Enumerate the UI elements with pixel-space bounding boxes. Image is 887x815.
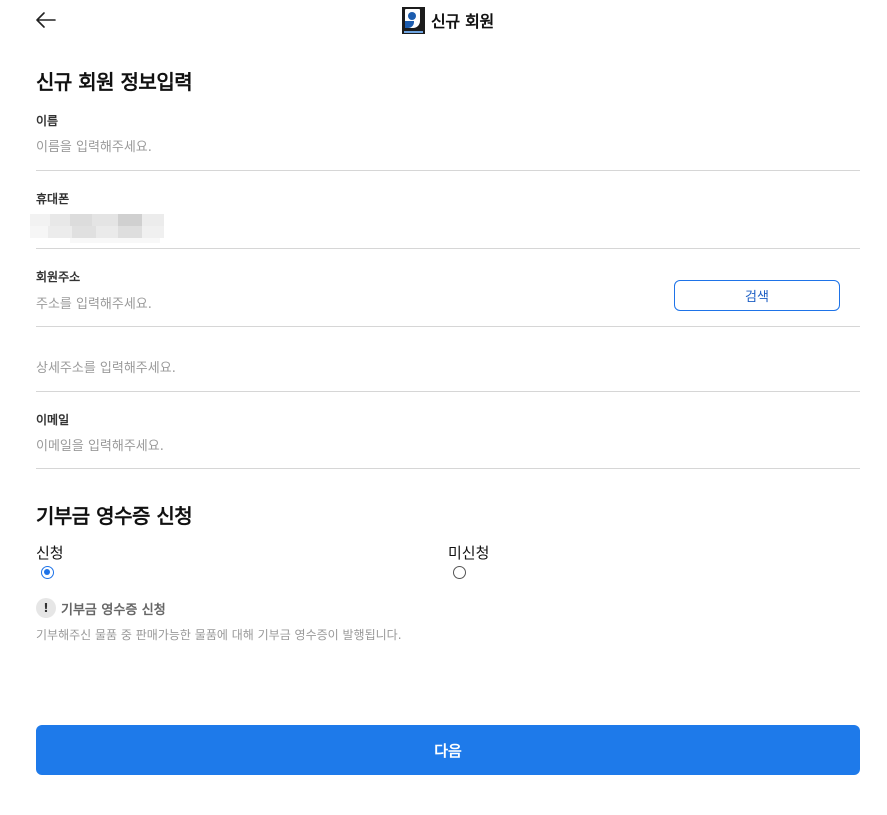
member-info-title: 신규 회원 정보입력 (36, 70, 193, 94)
receipt-option-decline-label: 미신청 (448, 544, 490, 562)
address-input[interactable] (36, 293, 636, 315)
detail-address-input[interactable] (36, 357, 636, 379)
receipt-option-decline[interactable]: 미신청 (448, 542, 489, 579)
brand: 신규 회원 (402, 6, 494, 34)
address-field-group: 회원주소 검색 (36, 264, 860, 327)
name-input[interactable] (36, 136, 636, 158)
next-button[interactable]: 다음 (36, 725, 860, 775)
notice-title: 기부금 영수증 신청 (61, 602, 166, 618)
email-label: 이메일 (36, 413, 70, 427)
address-label: 회원주소 (36, 270, 81, 284)
name-field-group: 이름 (36, 108, 860, 171)
name-label: 이름 (36, 114, 59, 128)
address-search-button[interactable]: 검색 (674, 280, 840, 311)
receipt-section-title: 기부금 영수증 신청 (36, 504, 193, 528)
exclamation-icon: ! (36, 598, 56, 618)
email-input[interactable] (36, 435, 636, 457)
phone-label: 휴대폰 (36, 192, 70, 206)
notice-description: 기부해주신 물품 중 판매가능한 물품에 대해 기부금 영수증이 발행됩니다. (36, 628, 402, 642)
receipt-apply-radio[interactable] (41, 566, 54, 579)
receipt-option-apply[interactable]: 신청 (36, 542, 64, 579)
receipt-decline-radio[interactable] (453, 566, 466, 579)
page-title: 신규 회원 (431, 12, 494, 31)
phone-field-group: 휴대폰 (30, 186, 860, 249)
detail-address-field-group (36, 327, 860, 392)
goodwill-logo-icon (402, 6, 425, 34)
email-field-group: 이메일 (36, 407, 860, 469)
top-bar: 신규 회원 (0, 0, 887, 40)
arrow-left-icon[interactable] (34, 8, 58, 32)
receipt-notice: ! 기부금 영수증 신청 (36, 598, 166, 618)
phone-value-masked (30, 214, 170, 244)
receipt-option-apply-label: 신청 (36, 544, 64, 562)
